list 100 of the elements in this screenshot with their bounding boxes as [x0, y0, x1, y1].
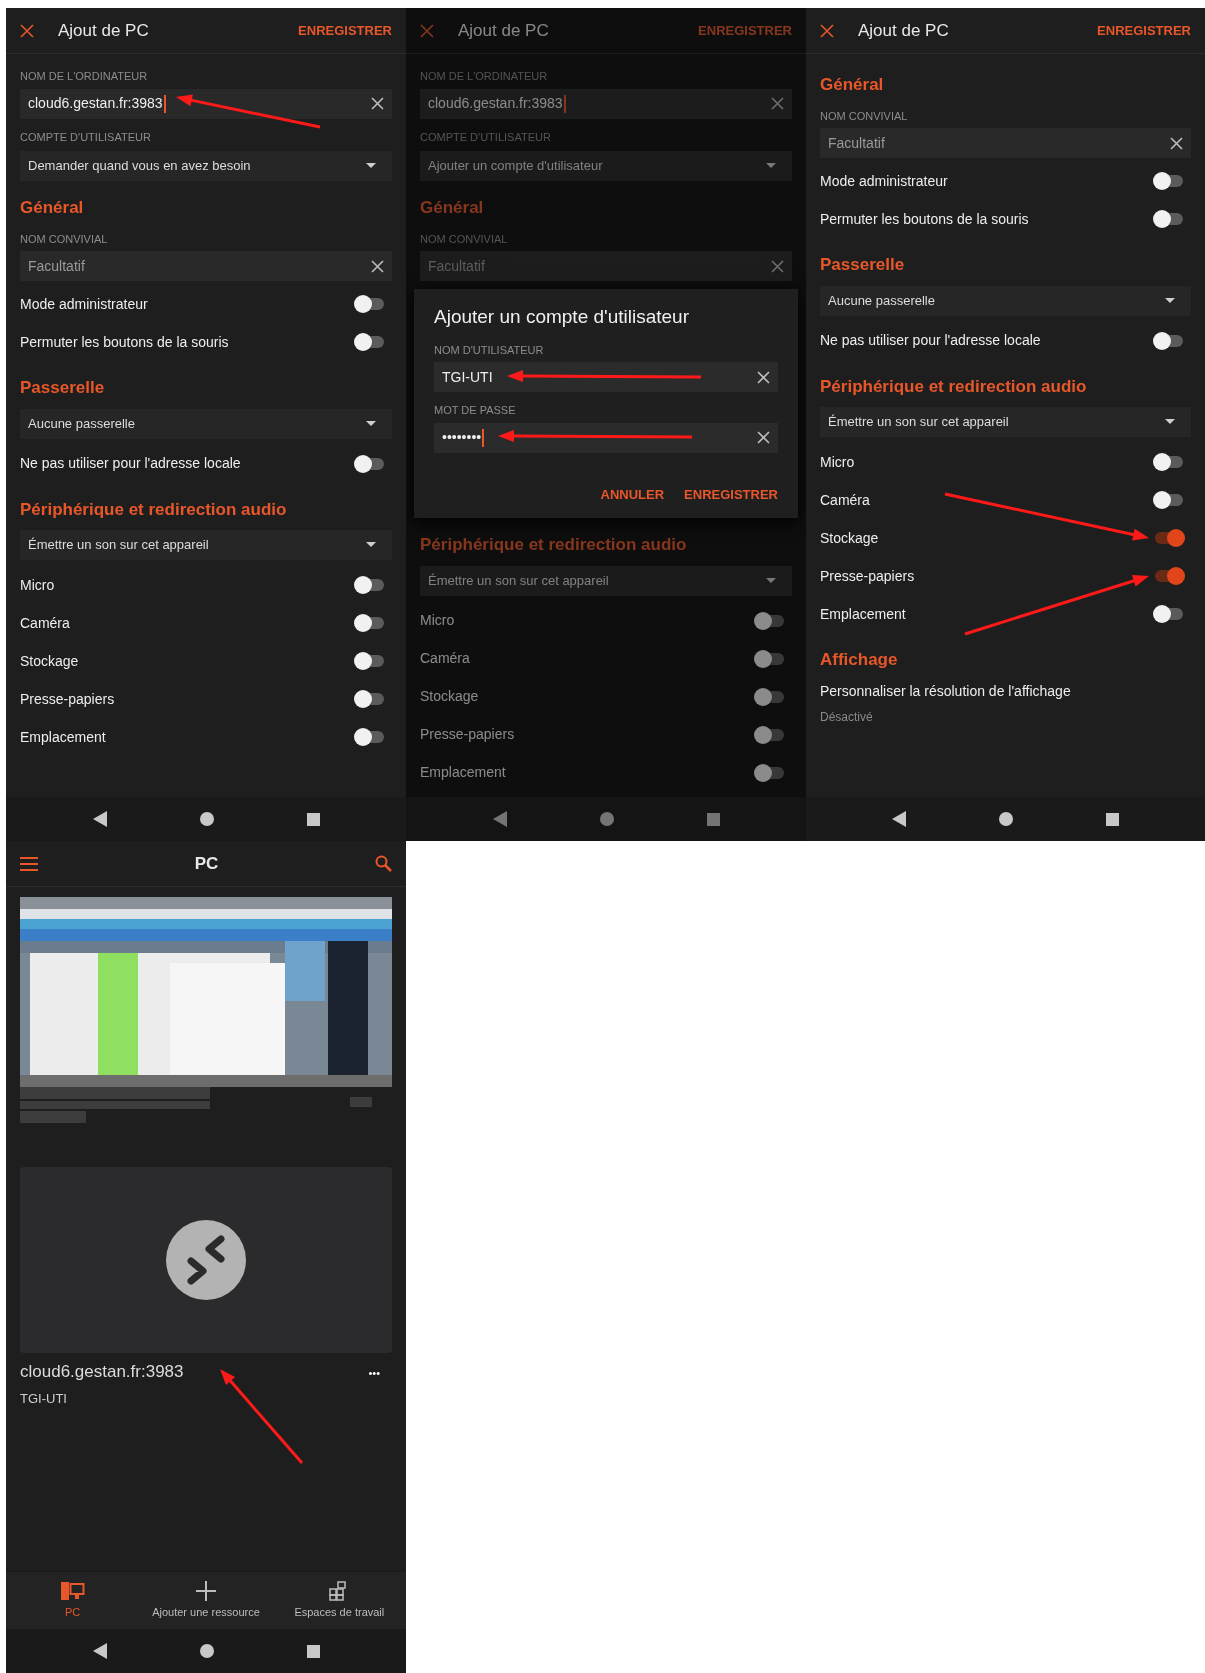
toggle-label: Presse-papiers — [420, 725, 515, 744]
dropdown[interactable]: Émettre un son sur cet appareil — [420, 565, 792, 596]
remote-desktop-icon — [166, 1220, 246, 1300]
text-field[interactable]: •••••••• — [434, 422, 778, 453]
toggle-switch[interactable] — [354, 728, 384, 746]
field-label: NOM DE L'ORDINATEUR — [420, 69, 549, 84]
toggle-label: Caméra — [420, 649, 470, 668]
toggle-switch[interactable] — [754, 611, 784, 630]
dropdown[interactable]: Ajouter un compte d'utilisateur — [420, 151, 792, 181]
connection-name: cloud6.gestan.fr:3983 — [20, 1362, 184, 1381]
screen-title: Ajout de PC — [458, 19, 549, 42]
clear-icon[interactable] — [371, 259, 384, 273]
toggle-switch[interactable] — [754, 649, 784, 668]
dropdown[interactable]: Aucune passerelle — [820, 285, 1191, 316]
toggle-label: Stockage — [420, 687, 479, 706]
connection-user: TGI-UTI — [20, 1389, 68, 1408]
dropdown[interactable]: Émettre un son sur cet appareil — [820, 407, 1191, 437]
toggle-switch[interactable] — [354, 690, 384, 708]
dialog-button[interactable]: ENREGISTRER — [684, 482, 778, 506]
menu-icon[interactable] — [20, 856, 38, 871]
setting-value: Désactivé — [820, 708, 874, 726]
toggle-switch[interactable] — [1153, 210, 1183, 228]
back-icon[interactable] — [92, 811, 107, 827]
toggle-switch[interactable] — [1153, 529, 1183, 547]
field-label: NOM D'UTILISATEUR — [434, 342, 545, 358]
recents-icon[interactable] — [306, 812, 320, 826]
toggle-label: Mode administrateur — [20, 294, 148, 314]
text-field[interactable]: Facultatif — [820, 128, 1191, 158]
field-label: MOT DE PASSE — [434, 403, 517, 418]
recents-icon[interactable] — [306, 1644, 320, 1658]
dropdown-caret-icon — [366, 163, 376, 169]
dialog-button[interactable]: ANNULER — [600, 482, 665, 506]
clear-icon[interactable] — [371, 97, 384, 110]
section-heading: Périphérique et redirection audio — [420, 534, 688, 556]
back-icon[interactable] — [892, 811, 907, 827]
dropdown[interactable]: Aucune passerelle — [20, 408, 392, 439]
section-heading: Passerelle — [20, 377, 106, 399]
clear-icon[interactable] — [757, 431, 770, 444]
toggle-switch[interactable] — [754, 687, 784, 706]
toggle-switch[interactable] — [1153, 605, 1183, 623]
screen-title: Ajout de PC — [58, 19, 149, 42]
tab[interactable]: PC — [6, 1572, 140, 1629]
toggle-switch[interactable] — [354, 576, 384, 594]
toggle-switch[interactable] — [354, 295, 384, 313]
toggle-switch[interactable] — [754, 725, 784, 744]
field-label: NOM DE L'ORDINATEUR — [20, 69, 149, 84]
toggle-label: Presse-papiers — [820, 566, 915, 586]
toggle-switch[interactable] — [354, 614, 384, 632]
close-icon[interactable] — [820, 23, 834, 38]
home-icon[interactable] — [999, 812, 1013, 826]
close-icon[interactable] — [20, 23, 34, 38]
text-field[interactable]: Facultatif — [20, 251, 392, 281]
text-field[interactable]: cloud6.gestan.fr:3983 — [20, 88, 392, 119]
section-heading: Affichage — [820, 649, 899, 671]
tab[interactable]: Ajouter une ressource — [139, 1572, 273, 1629]
toggle-switch[interactable] — [354, 652, 384, 670]
screen-title: PC — [194, 852, 219, 875]
dropdown-caret-icon — [766, 163, 776, 169]
home-icon[interactable] — [199, 1644, 214, 1658]
search-icon[interactable] — [375, 855, 392, 872]
clear-icon[interactable] — [771, 259, 784, 273]
text-field[interactable]: cloud6.gestan.fr:3983 — [420, 88, 792, 119]
section-heading: Général — [420, 197, 485, 219]
toggle-switch[interactable] — [1153, 331, 1183, 350]
toggle-switch[interactable] — [354, 333, 384, 351]
dropdown[interactable]: Émettre un son sur cet appareil — [20, 530, 392, 560]
dropdown-caret-icon — [366, 542, 376, 548]
section-heading: Général — [820, 74, 885, 96]
field-label: COMPTE D'UTILISATEUR — [20, 129, 152, 145]
clear-icon[interactable] — [757, 370, 770, 384]
computer-icon — [60, 1580, 85, 1601]
toggle-switch[interactable] — [1153, 491, 1183, 509]
blurred-screenshot-thumbnail[interactable] — [20, 897, 392, 1087]
toggle-switch[interactable] — [1153, 172, 1183, 190]
clear-icon[interactable] — [771, 97, 784, 110]
toggle-label: Micro — [820, 452, 855, 472]
toggle-switch[interactable] — [1153, 567, 1183, 585]
save-button[interactable]: ENREGISTRER — [1097, 18, 1191, 43]
recents-icon[interactable] — [1105, 812, 1119, 826]
toggle-label: Micro — [420, 611, 455, 630]
back-icon[interactable] — [92, 1643, 107, 1659]
toggle-switch[interactable] — [1153, 453, 1183, 471]
dropdown[interactable]: Demander quand vous en avez besoin — [20, 151, 392, 181]
toggle-label: Emplacement — [820, 604, 906, 624]
toggle-label: Caméra — [20, 613, 70, 633]
dropdown-caret-icon — [1165, 297, 1175, 304]
toggle-label: Emplacement — [420, 763, 506, 782]
tab[interactable]: Espaces de travail — [272, 1572, 406, 1629]
toggle-label: Stockage — [820, 528, 879, 548]
text-field[interactable]: TGI-UTI — [434, 362, 778, 392]
save-button[interactable]: ENREGISTRER — [298, 18, 392, 43]
connection-tile[interactable] — [20, 1167, 392, 1353]
toggle-switch[interactable] — [354, 454, 384, 473]
home-icon[interactable] — [199, 812, 214, 826]
clear-icon[interactable] — [1170, 136, 1183, 150]
toggle-switch[interactable] — [754, 763, 784, 782]
toggle-label: Emplacement — [20, 727, 106, 747]
more-button[interactable]: ••• — [368, 1365, 380, 1382]
toggle-label: Stockage — [20, 651, 79, 671]
toggle-label: Permuter les boutons de la souris — [20, 332, 229, 352]
